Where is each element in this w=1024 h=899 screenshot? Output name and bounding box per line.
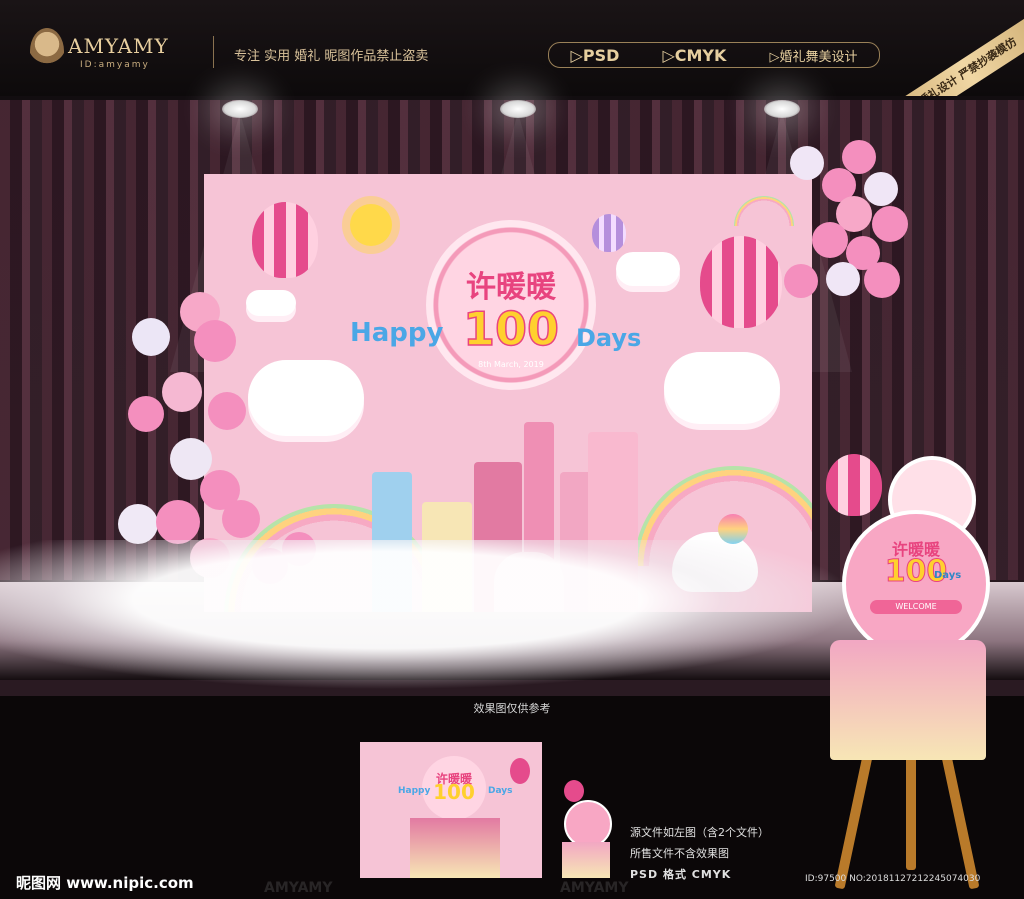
site-watermark[interactable]: 昵图网 www.nipic.com bbox=[16, 872, 194, 893]
info-source: 源文件如左图（含2个文件） bbox=[630, 826, 769, 839]
cloud-icon bbox=[664, 352, 780, 424]
easel-leg bbox=[938, 740, 980, 890]
thumbnail-backdrop[interactable]: 许暖暖 Happy 100 Days bbox=[360, 742, 542, 878]
thumb-hundred: 100 bbox=[433, 780, 475, 804]
sun-icon bbox=[350, 204, 392, 246]
balloon-icon bbox=[208, 392, 246, 430]
sign-hundred-text: 100 bbox=[884, 554, 948, 590]
hundred-text: 100 bbox=[462, 301, 560, 357]
sign-welcome-banner: WELCOME bbox=[870, 600, 962, 614]
balloon-icon bbox=[812, 222, 848, 258]
balloon-icon bbox=[118, 504, 158, 544]
file-info: 源文件如左图（含2个文件） 所售文件不含效果图 PSD 格式 CMYK bbox=[630, 822, 769, 885]
thumb-days: Days bbox=[488, 786, 513, 796]
balloon-icon bbox=[128, 396, 164, 432]
spotlight-icon bbox=[222, 100, 258, 118]
header-bar: AMYAMY ID:amyamy 专注 实用 婚礼 昵图作品禁止盗卖 ▷PSD … bbox=[0, 0, 1024, 144]
preview-caption: 效果图仅供参考 bbox=[473, 702, 551, 715]
logo-id: ID:amyamy bbox=[80, 60, 150, 70]
logo-name: AMYAMY bbox=[68, 34, 169, 58]
balloon-icon bbox=[842, 140, 876, 174]
format-wedding-design: ▷婚礼舞美设计 bbox=[769, 49, 858, 65]
hot-air-balloon-icon bbox=[564, 780, 584, 802]
brand-logo: AMYAMY ID:amyamy bbox=[22, 22, 188, 84]
hot-air-balloon-icon bbox=[700, 236, 782, 328]
info-excludes: 所售文件不含效果图 bbox=[630, 847, 729, 860]
balloon-icon bbox=[162, 372, 202, 412]
balloon-icon bbox=[170, 438, 212, 480]
balloon-icon bbox=[864, 262, 900, 298]
easel-leg bbox=[834, 740, 876, 890]
image-id: ID:97500 NO:20181127212245074030 bbox=[805, 874, 981, 884]
hot-air-balloon-icon bbox=[510, 758, 530, 784]
cloud-icon bbox=[246, 290, 296, 316]
thumbnail-sign[interactable] bbox=[560, 780, 612, 878]
format-psd: ▷PSD bbox=[570, 45, 620, 65]
cloud-icon bbox=[616, 252, 680, 286]
days-text: Days bbox=[576, 324, 642, 352]
balloon-icon bbox=[784, 264, 818, 298]
tagline: 专注 实用 婚礼 昵图作品禁止盗卖 bbox=[234, 49, 429, 64]
rose-icon bbox=[30, 28, 64, 74]
thumb-sign-castle bbox=[562, 842, 610, 878]
event-date: 8th March, 2019 bbox=[478, 360, 544, 369]
info-format: PSD 格式 CMYK bbox=[630, 868, 732, 881]
spotlight-icon bbox=[500, 100, 536, 118]
sign-days-text: Days bbox=[934, 570, 962, 581]
welcome-sign: 许暖暖 100 Days WELCOME bbox=[842, 510, 990, 658]
spotlight-icon bbox=[764, 100, 800, 118]
cloud-icon bbox=[248, 360, 364, 436]
balloon-icon bbox=[132, 318, 170, 356]
rainbow-icon bbox=[734, 196, 794, 226]
hot-air-balloon-icon bbox=[592, 214, 626, 252]
balloon-icon bbox=[864, 172, 898, 206]
thumb-castle bbox=[410, 818, 500, 878]
header-divider bbox=[213, 36, 214, 68]
balloon-icon bbox=[194, 320, 236, 362]
format-cmyk: ▷CMYK bbox=[662, 45, 727, 65]
happy-text: Happy bbox=[350, 318, 444, 348]
name-medallion: 许暖暖 100 8th March, 2019 bbox=[426, 220, 596, 390]
balloon-icon bbox=[872, 206, 908, 242]
balloon-icon bbox=[156, 500, 200, 544]
faint-watermark: AMYAMY bbox=[264, 880, 333, 896]
stage-fog bbox=[0, 540, 860, 690]
baby-name: 许暖暖 bbox=[466, 270, 556, 305]
balloon-icon bbox=[790, 146, 824, 180]
hot-air-balloon-icon bbox=[826, 454, 882, 516]
balloon-icon bbox=[826, 262, 860, 296]
thumb-sign-circle bbox=[564, 800, 612, 848]
format-bar: ▷PSD ▷CMYK ▷婚礼舞美设计 bbox=[548, 42, 880, 68]
balloon-icon bbox=[222, 500, 260, 538]
hot-air-balloon-icon bbox=[252, 202, 318, 278]
faint-watermark: AMYAMY bbox=[560, 880, 629, 896]
